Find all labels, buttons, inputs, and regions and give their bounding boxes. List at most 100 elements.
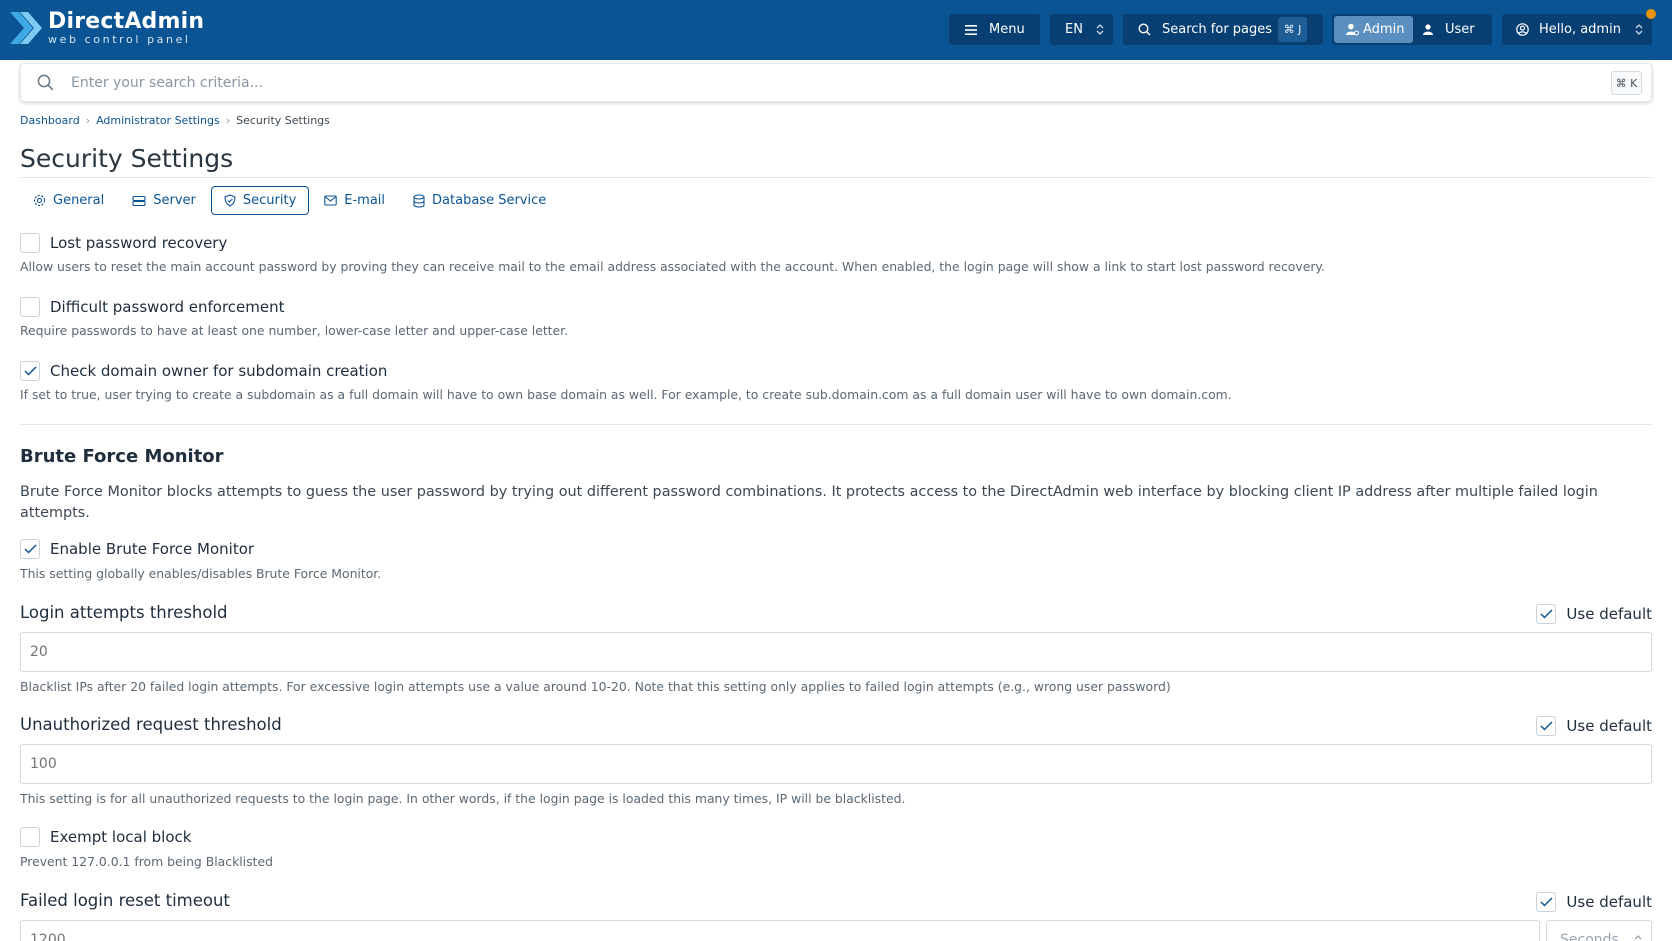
sort-arrows-icon <box>1096 23 1104 40</box>
role-switcher: Admin User <box>1332 14 1492 45</box>
tab-database-service[interactable]: Database Service <box>400 186 559 215</box>
unit-label: Seconds <box>1560 932 1619 941</box>
language-select[interactable]: EN <box>1050 14 1113 45</box>
reset-timeout-unit-select[interactable]: Seconds <box>1546 920 1652 941</box>
tab-server[interactable]: Server <box>119 186 209 215</box>
login-threshold-input[interactable] <box>20 632 1652 672</box>
hello-label: Hello, admin <box>1539 22 1621 37</box>
tab-security[interactable]: Security <box>210 186 310 215</box>
lost-password-checkbox[interactable] <box>20 233 40 253</box>
menu-label: Menu <box>989 22 1025 37</box>
use-default-label: Use default <box>1566 605 1652 623</box>
account-menu-button[interactable]: Hello, admin <box>1502 14 1652 45</box>
sort-arrows-icon <box>1635 23 1643 40</box>
difficult-password-setting: Difficult password enforcement <box>20 297 285 317</box>
server-icon <box>132 195 146 207</box>
chevron-right-icon: › <box>85 114 91 127</box>
global-search-bar: ⌘ K <box>20 63 1652 102</box>
checkmark-icon <box>23 366 37 376</box>
tab-email[interactable]: E-mail <box>311 186 398 215</box>
global-search-shortcut: ⌘ K <box>1611 71 1642 95</box>
domain-owner-setting: Check domain owner for subdomain creatio… <box>20 361 387 381</box>
notification-dot[interactable] <box>1646 9 1656 19</box>
unauthorized-threshold-input[interactable] <box>20 744 1652 784</box>
checkmark-icon <box>23 544 37 554</box>
language-label: EN <box>1065 22 1083 37</box>
reset-timeout-use-default: Use default <box>1536 892 1652 912</box>
tab-database-service-label: Database Service <box>432 193 547 208</box>
breadcrumb-dashboard[interactable]: Dashboard <box>20 114 80 127</box>
settings-tabs: General Server Security E-mail Database … <box>20 186 561 215</box>
unauthorized-threshold-use-default-checkbox[interactable] <box>1536 716 1557 736</box>
exempt-local-setting: Exempt local block <box>20 827 191 847</box>
unauthorized-threshold-label: Unauthorized request threshold <box>20 715 282 734</box>
brute-force-description: Brute Force Monitor blocks attempts to g… <box>20 484 1598 521</box>
search-pages-button[interactable]: Search for pages ⌘ J <box>1123 14 1323 45</box>
breadcrumb-current: Security Settings <box>236 114 330 127</box>
divider <box>20 424 1652 425</box>
use-default-label: Use default <box>1566 717 1652 735</box>
difficult-password-label: Difficult password enforcement <box>50 298 285 316</box>
domain-owner-label: Check domain owner for subdomain creatio… <box>50 362 388 380</box>
hamburger-icon <box>965 24 977 35</box>
user-circle-icon <box>1516 23 1529 36</box>
breadcrumb-administrator-settings[interactable]: Administrator Settings <box>96 114 220 127</box>
difficult-password-description: Require passwords to have at least one n… <box>20 323 569 338</box>
login-threshold-label: Login attempts threshold <box>20 603 228 622</box>
login-threshold-use-default-checkbox[interactable] <box>1536 604 1557 624</box>
domain-owner-description: If set to true, user trying to create a … <box>20 387 1232 402</box>
reset-timeout-use-default-checkbox[interactable] <box>1536 892 1557 912</box>
exempt-local-description: Prevent 127.0.0.1 from being Blacklisted <box>20 854 273 869</box>
breadcrumb: Dashboard › Administrator Settings › Sec… <box>20 114 330 127</box>
enable-bfm-description: This setting globally enables/disables B… <box>20 566 382 581</box>
tab-email-label: E-mail <box>344 193 386 208</box>
lost-password-label: Lost password recovery <box>50 234 228 252</box>
use-default-label: Use default <box>1566 893 1652 911</box>
logo-title: DirectAdmin <box>48 9 205 34</box>
page-title: Security Settings <box>20 144 234 173</box>
chevron-right-icon: › <box>225 114 231 127</box>
unauthorized-threshold-description: This setting is for all unauthorized req… <box>20 791 906 806</box>
role-user-label: User <box>1445 22 1475 37</box>
enable-bfm-setting: Enable Brute Force Monitor <box>20 539 254 559</box>
global-search-input[interactable] <box>71 71 1471 95</box>
shield-icon <box>224 194 236 207</box>
role-admin-label: Admin <box>1363 22 1405 37</box>
lost-password-description: Allow users to reset the main account pa… <box>20 259 1325 274</box>
login-threshold-description: Blacklist IPs after 20 failed login atte… <box>20 679 1171 694</box>
difficult-password-checkbox[interactable] <box>20 297 40 317</box>
domain-owner-checkbox[interactable] <box>20 361 40 381</box>
gear-icon <box>33 194 46 207</box>
unauthorized-threshold-use-default: Use default <box>1536 716 1652 736</box>
search-icon <box>1138 23 1151 36</box>
role-user-button[interactable]: User <box>1423 16 1475 43</box>
search-shortcut-badge: ⌘ J <box>1278 17 1307 42</box>
login-threshold-use-default: Use default <box>1536 604 1652 624</box>
tab-security-label: Security <box>242 193 297 208</box>
exempt-local-checkbox[interactable] <box>20 827 40 847</box>
search-icon <box>37 74 54 95</box>
role-admin-button[interactable]: Admin <box>1334 16 1413 43</box>
lost-password-setting: Lost password recovery <box>20 233 227 253</box>
user-icon <box>1423 24 1433 35</box>
tab-general-label: General <box>53 193 105 208</box>
divider <box>20 177 1652 178</box>
enable-bfm-checkbox[interactable] <box>20 539 40 559</box>
menu-button[interactable]: Menu <box>949 14 1040 45</box>
reset-timeout-label: Failed login reset timeout <box>20 891 230 910</box>
checkmark-icon <box>1540 609 1553 619</box>
logo-subtitle: web control panel <box>48 33 191 46</box>
top-header: DirectAdmin web control panel Menu EN Se… <box>0 0 1672 60</box>
envelope-icon <box>324 195 338 206</box>
checkmark-icon <box>1540 721 1553 731</box>
directadmin-logo[interactable]: DirectAdmin web control panel <box>10 8 204 48</box>
database-icon <box>413 193 425 208</box>
search-pages-label: Search for pages <box>1162 22 1273 37</box>
user-gear-icon <box>1346 23 1359 36</box>
logo-chevron-icon <box>10 12 42 44</box>
enable-bfm-label: Enable Brute Force Monitor <box>50 540 255 558</box>
reset-timeout-input[interactable] <box>20 920 1540 941</box>
tab-server-label: Server <box>153 193 196 208</box>
tab-general[interactable]: General <box>20 186 117 215</box>
exempt-local-label: Exempt local block <box>50 828 192 846</box>
